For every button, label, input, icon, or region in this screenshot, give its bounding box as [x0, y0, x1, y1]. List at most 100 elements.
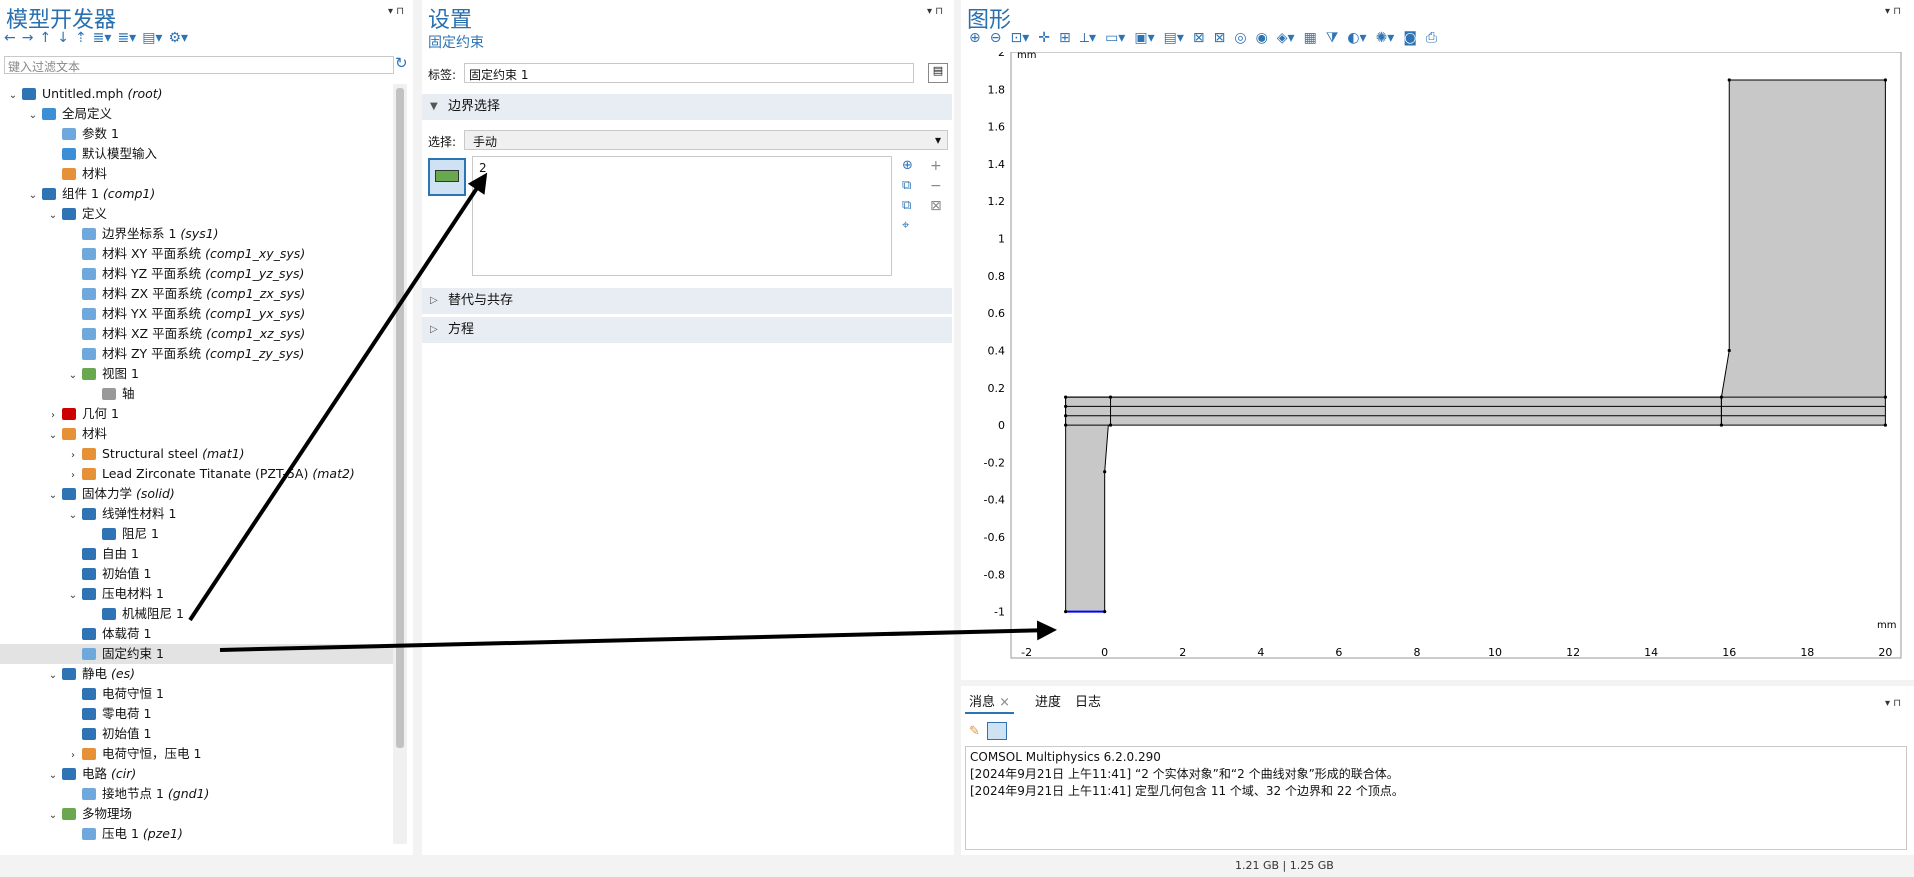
expand-toggle-icon[interactable]: ⌄ [26, 106, 40, 126]
expand-toggle-icon[interactable]: ⌄ [46, 766, 60, 786]
tree-item[interactable]: › 电荷守恒，压电 1 [0, 744, 393, 764]
tree-item[interactable]: ⌄ 静电 (es) [0, 664, 393, 684]
expand-toggle-icon[interactable]: ⌄ [26, 186, 40, 206]
tab-log[interactable]: 日志 [1071, 692, 1105, 714]
tree-item[interactable]: 默认模型输入 [0, 144, 393, 164]
tree-item[interactable]: 固定约束 1 [0, 644, 393, 664]
close-icon[interactable]: × [999, 695, 1010, 710]
tree-item[interactable]: ⌄ Untitled.mph (root) [0, 84, 393, 104]
select-all-icon[interactable]: ⊠ [1193, 30, 1205, 46]
tree-item[interactable]: 材料 ZX 平面系统 (comp1_zx_sys) [0, 284, 393, 304]
tree-item[interactable]: 阻尼 1 [0, 524, 393, 544]
section-override[interactable]: ▷ 替代与共存 [422, 288, 952, 314]
expand-icon[interactable]: ≣▾ [117, 30, 136, 46]
selection-list[interactable]: 2 [472, 156, 892, 276]
paste-icon[interactable]: ⧉ [902, 196, 913, 216]
expand-toggle-icon[interactable]: › [66, 446, 80, 466]
expand-toggle-icon[interactable]: › [46, 406, 60, 426]
tree-item[interactable]: ⌄ 电路 (cir) [0, 764, 393, 784]
tab-progress[interactable]: 进度 [1031, 692, 1065, 714]
tree-item[interactable]: 轴 [0, 384, 393, 404]
tree-item[interactable]: 机械阻尼 1 [0, 604, 393, 624]
tree-item[interactable]: 电荷守恒 1 [0, 684, 393, 704]
axes-icon[interactable]: ⟂▾ [1080, 30, 1096, 46]
zoom-in-icon[interactable]: ⊕ [969, 30, 981, 46]
tree-item[interactable]: 边界坐标系 1 (sys1) [0, 224, 393, 244]
tree-item[interactable]: › Structural steel (mat1) [0, 444, 393, 464]
settings-icon[interactable]: ⚙▾ [168, 30, 188, 46]
geometry-plot[interactable]: -2 0 2 4 6 8 10 12 14 16 18 20 2 1.8 1.6 1.4 1.2 1 0.8 0.6 0… [961, 52, 1914, 680]
palette-icon[interactable]: ◐▾ [1347, 30, 1366, 46]
tree-item[interactable]: › Lead Zirconate Titanate (PZT-5A) (mat2) [0, 464, 393, 484]
print-icon[interactable]: ⎙ [1426, 30, 1437, 46]
expand-toggle-icon[interactable]: ⌄ [66, 366, 80, 386]
tree-item[interactable]: ⌄ 视图 1 [0, 364, 393, 384]
tree-item[interactable]: 材料 XY 平面系统 (comp1_xy_sys) [0, 244, 393, 264]
panel-menu-icon[interactable]: ▾ ⊓ [927, 6, 943, 17]
selection-list-item[interactable]: 2 [479, 161, 487, 175]
zoom-box-icon[interactable]: ⊡▾ [1010, 30, 1029, 46]
selection-dropdown[interactable]: 手动 ▾ [464, 130, 948, 150]
tree-item[interactable]: 压电 1 (pze1) [0, 824, 393, 844]
expand-toggle-icon[interactable]: ⌄ [6, 86, 20, 106]
tree-item[interactable]: 参数 1 [0, 124, 393, 144]
tree-item[interactable]: ⌄ 压电材料 1 [0, 584, 393, 604]
zoom-extents-icon[interactable]: ⊞ [1059, 30, 1071, 46]
expand-toggle-icon[interactable]: › [66, 466, 80, 486]
expand-toggle-icon[interactable]: ⌄ [46, 486, 60, 506]
remove-icon[interactable]: − [930, 176, 942, 196]
show-icon[interactable]: ⇡ [75, 30, 87, 46]
tree-item[interactable]: 初始值 1 [0, 724, 393, 744]
section-boundary-selection[interactable]: ▼ 边界选择 [422, 94, 952, 120]
copy-icon[interactable]: ⧉ [902, 176, 913, 196]
center-icon[interactable]: ✛ [1038, 30, 1050, 46]
tree-item[interactable]: ⌄ 线弹性材料 1 [0, 504, 393, 524]
tree-item[interactable]: 体载荷 1 [0, 624, 393, 644]
tree-item[interactable]: ⌄ 多物理场 [0, 804, 393, 824]
label-edit-icon[interactable]: ▤ [928, 63, 948, 83]
filter-input[interactable]: 键入过滤文本 [4, 56, 394, 74]
expand-toggle-icon[interactable]: ⌄ [46, 806, 60, 826]
tree-item[interactable]: ⌄ 材料 [0, 424, 393, 444]
show-icon[interactable]: ◉ [1256, 30, 1268, 46]
tree-item[interactable]: 初始值 1 [0, 564, 393, 584]
clear-icon[interactable]: ⊠ [1214, 30, 1226, 46]
move-up-icon[interactable]: ↑ [39, 30, 51, 46]
expand-toggle-icon[interactable]: ⌄ [46, 666, 60, 686]
tree-item[interactable]: 材料 [0, 164, 393, 184]
tree-item[interactable]: 自由 1 [0, 544, 393, 564]
tree-item[interactable]: 接地节点 1 (gnd1) [0, 784, 393, 804]
scene-light-icon[interactable]: ✺▾ [1376, 30, 1395, 46]
expand-toggle-icon[interactable]: ⌄ [66, 506, 80, 526]
select-box-icon[interactable]: ▭▾ [1105, 30, 1125, 46]
camera-icon[interactable]: ◙ [1403, 30, 1417, 46]
panel-menu-icon[interactable]: ▾ ⊓ [388, 6, 404, 17]
tree-item[interactable]: ⌄ 定义 [0, 204, 393, 224]
move-down-icon[interactable]: ↓ [57, 30, 69, 46]
tree-item[interactable]: ⌄ 固体力学 (solid) [0, 484, 393, 504]
render-icon[interactable]: ▣▾ [1134, 30, 1154, 46]
expand-toggle-icon[interactable]: ⌄ [46, 206, 60, 226]
label-input[interactable]: 固定约束 1 [464, 63, 914, 83]
clear-selection-icon[interactable]: ⊠ [930, 196, 942, 216]
locate-icon[interactable]: ⌖ [902, 216, 913, 236]
panel-menu-icon[interactable]: ▾ ⊓ [1885, 6, 1901, 17]
zoom-out-icon[interactable]: ⊖ [990, 30, 1002, 46]
active-toggle-button[interactable] [428, 158, 466, 196]
autoscroll-icon[interactable] [987, 722, 1007, 740]
expand-toggle-icon[interactable]: ⌄ [66, 586, 80, 606]
tree-item[interactable]: 材料 YZ 平面系统 (comp1_yz_sys) [0, 264, 393, 284]
filter-icon[interactable]: ⧩ [1326, 30, 1339, 46]
refresh-icon[interactable]: ↻ [395, 54, 408, 72]
forward-arrow-icon[interactable]: → [22, 30, 34, 46]
back-arrow-icon[interactable]: ← [4, 30, 16, 46]
hide-icon[interactable]: ◎ [1234, 30, 1246, 46]
tree-item[interactable]: › 几何 1 [0, 404, 393, 424]
tree-scrollbar[interactable] [393, 84, 407, 844]
panel-menu-icon[interactable]: ▾ ⊓ [1885, 698, 1901, 709]
grid-icon[interactable]: ▦ [1304, 30, 1317, 46]
zoom-selection-icon[interactable]: ⊕ [902, 156, 913, 176]
view-icon[interactable]: ◈▾ [1277, 30, 1295, 46]
layers-icon[interactable]: ▤▾ [1164, 30, 1184, 46]
tree-item[interactable]: ⌄ 全局定义 [0, 104, 393, 124]
